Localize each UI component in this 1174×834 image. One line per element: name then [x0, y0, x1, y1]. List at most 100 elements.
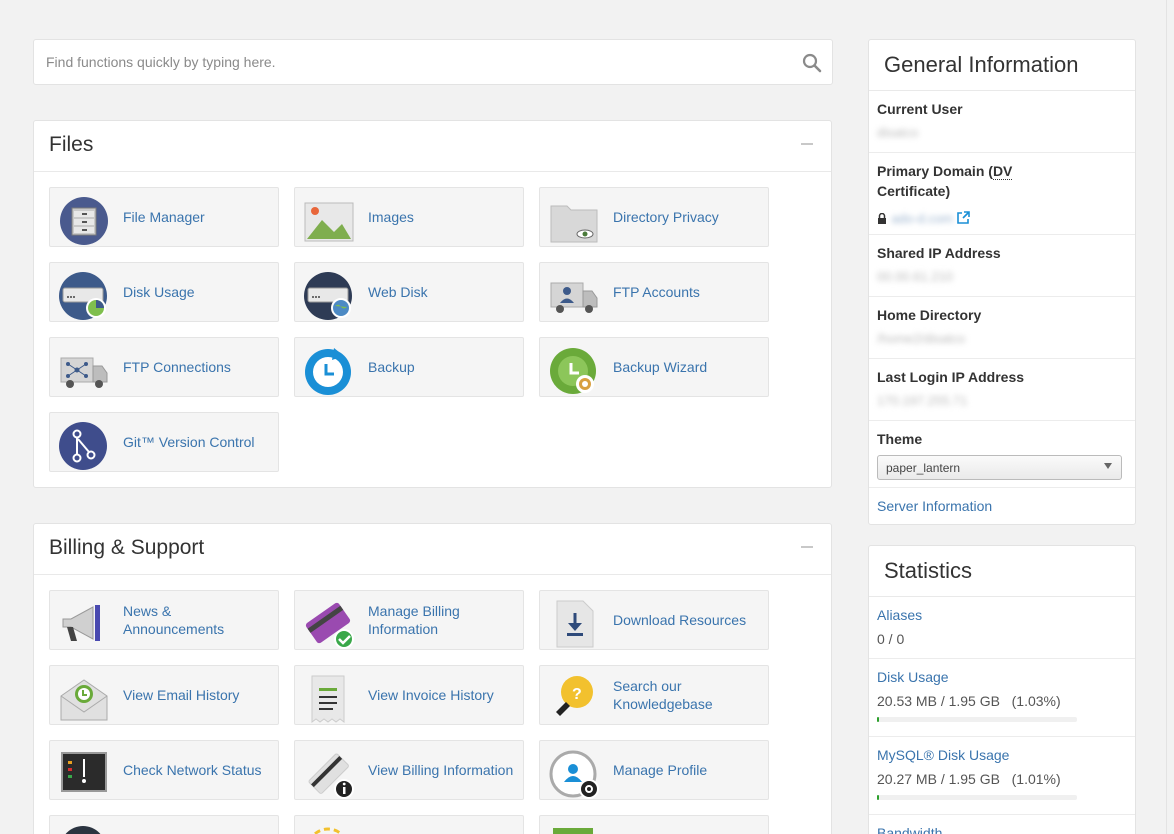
last-login-label: Last Login IP Address — [877, 369, 1025, 385]
item-label: News & Announcements — [123, 603, 225, 637]
item-label: Check Network Status — [123, 762, 262, 778]
mysql-disk-usage-value: 20.27 MB / 1.95 GB (1.01%) — [877, 771, 1061, 787]
server-information-link[interactable]: Server Information — [877, 496, 1127, 516]
collapse-icon[interactable] — [801, 546, 813, 548]
invoice-icon — [311, 675, 345, 723]
page-scrollbar[interactable] — [1166, 0, 1174, 834]
view-billing-information-item[interactable]: View Billing Information — [294, 740, 524, 800]
ftp-connections-item[interactable]: FTP Connections — [49, 337, 279, 397]
shared-ip-label: Shared IP Address — [877, 245, 1001, 261]
backup-wizard-icon — [550, 348, 596, 394]
directory-privacy-item[interactable]: Directory Privacy — [539, 187, 769, 247]
primary-domain-label-b: Certificate) — [877, 183, 951, 199]
bandwidth-link[interactable]: Bandwidth — [877, 823, 1127, 834]
theme-label: Theme — [877, 431, 923, 447]
home-directory-row: Home Directory /home2/disatco — [869, 297, 1135, 359]
item-label: Directory Privacy — [613, 209, 719, 225]
partial-item[interactable] — [294, 815, 524, 834]
item-label: Images — [368, 209, 414, 225]
aliases-value: 0 / 0 — [877, 631, 905, 647]
item-label: View Billing Information — [368, 762, 514, 778]
disk-usage-progress-bar — [877, 717, 1077, 722]
ftp-connections-icon — [60, 357, 108, 388]
item-label: Manage Profile — [613, 762, 708, 778]
item-label: View Email History — [123, 687, 240, 703]
mysql-disk-usage-link[interactable]: MySQL® Disk Usage — [877, 745, 1127, 765]
item-label: Backup Wizard — [613, 359, 708, 375]
shared-ip-row: Shared IP Address 00.00.61.210 — [869, 235, 1135, 297]
files-panel: Files File Manager Images Directory Priv… — [33, 120, 832, 488]
bandwidth-row: Bandwidth — [869, 815, 1135, 834]
external-link-icon[interactable] — [957, 211, 971, 224]
backup-item[interactable]: Backup — [294, 337, 524, 397]
view-email-history-item[interactable]: View Email History — [49, 665, 279, 725]
shared-ip-value: 00.00.61.210 — [877, 269, 953, 284]
images-item[interactable]: Images — [294, 187, 524, 247]
download-resources-item[interactable]: Download Resources — [539, 590, 769, 650]
aliases-row: Aliases 0 / 0 — [869, 597, 1135, 659]
web-disk-item[interactable]: Web Disk — [294, 262, 524, 322]
profile-icon — [549, 750, 599, 799]
item-label: FTP Accounts — [613, 284, 700, 300]
partial-item[interactable] — [539, 815, 769, 834]
file-manager-item[interactable]: File Manager — [49, 187, 279, 247]
statistics-title: Statistics — [869, 546, 1135, 597]
disk-usage-link[interactable]: Disk Usage — [877, 667, 1127, 687]
backup-wizard-item[interactable]: Backup Wizard — [539, 337, 769, 397]
billing-panel-header: Billing & Support — [34, 524, 831, 575]
credit-card-icon — [305, 602, 354, 649]
svg-text:?: ? — [572, 686, 582, 703]
mysql-disk-usage-progress-fill — [877, 795, 880, 800]
mysql-disk-usage-progress-bar — [877, 795, 1077, 800]
search-icon[interactable] — [802, 53, 822, 73]
lock-icon — [878, 213, 886, 224]
home-directory-value: /home2/disatco — [877, 331, 966, 346]
primary-domain-label: Primary Domain (DV Certificate) — [877, 161, 1127, 201]
dv-abbreviation[interactable]: DV — [992, 163, 1013, 180]
primary-domain-value[interactable]: ado-d.com — [891, 209, 952, 229]
primary-domain-value-line: ado-d.com — [877, 205, 1127, 229]
server-information-row: Server Information — [869, 488, 1135, 524]
collapse-icon[interactable] — [801, 143, 813, 145]
ftp-accounts-item[interactable]: FTP Accounts — [539, 262, 769, 322]
item-label: Git™ Version Control — [123, 434, 255, 450]
theme-row: Theme paper_lantern — [869, 421, 1135, 488]
disk-usage-icon — [59, 272, 107, 320]
search-knowledgebase-item[interactable]: ? Search our Knowledgebase — [539, 665, 769, 725]
item-label: View Invoice History — [368, 687, 494, 703]
disk-usage-progress-fill — [877, 717, 880, 722]
check-network-status-item[interactable]: Check Network Status — [49, 740, 279, 800]
item-label: File Manager — [123, 209, 205, 225]
search-input[interactable] — [34, 40, 774, 84]
partial-item[interactable] — [49, 815, 279, 834]
last-login-value: 170.197.255.71 — [877, 393, 968, 408]
view-invoice-history-item[interactable]: View Invoice History — [294, 665, 524, 725]
manage-billing-item[interactable]: Manage Billing Information — [294, 590, 524, 650]
item-label: Manage Billing Information — [368, 603, 460, 637]
partial-item-icon — [312, 827, 344, 834]
network-status-icon — [61, 752, 107, 792]
statistics-panel: Statistics Aliases 0 / 0 Disk Usage 20.5… — [868, 545, 1136, 834]
disk-usage-row: Disk Usage 20.53 MB / 1.95 GB (1.03%) — [869, 659, 1135, 737]
theme-select[interactable]: paper_lantern — [877, 455, 1122, 480]
aliases-link[interactable]: Aliases — [877, 605, 1127, 625]
disk-usage-item[interactable]: Disk Usage — [49, 262, 279, 322]
images-icon — [304, 202, 354, 242]
search-bar — [33, 39, 833, 85]
manage-profile-item[interactable]: Manage Profile — [539, 740, 769, 800]
megaphone-icon — [62, 605, 100, 641]
partial-item-icon — [65, 826, 101, 834]
files-panel-title: Files — [49, 133, 94, 156]
directory-privacy-icon — [550, 205, 598, 243]
news-announcements-item[interactable]: News & Announcements — [49, 590, 279, 650]
billing-info-icon — [308, 753, 354, 799]
files-panel-header: Files — [34, 121, 831, 172]
item-label: Disk Usage — [123, 284, 195, 300]
primary-domain-row: Primary Domain (DV Certificate) ado-d.com — [869, 153, 1135, 235]
download-icon — [556, 600, 594, 648]
current-user-label: Current User — [877, 101, 963, 117]
home-directory-label: Home Directory — [877, 307, 982, 323]
git-version-control-item[interactable]: Git™ Version Control — [49, 412, 279, 472]
item-label: Web Disk — [368, 284, 428, 300]
billing-panel-title: Billing & Support — [49, 536, 205, 559]
